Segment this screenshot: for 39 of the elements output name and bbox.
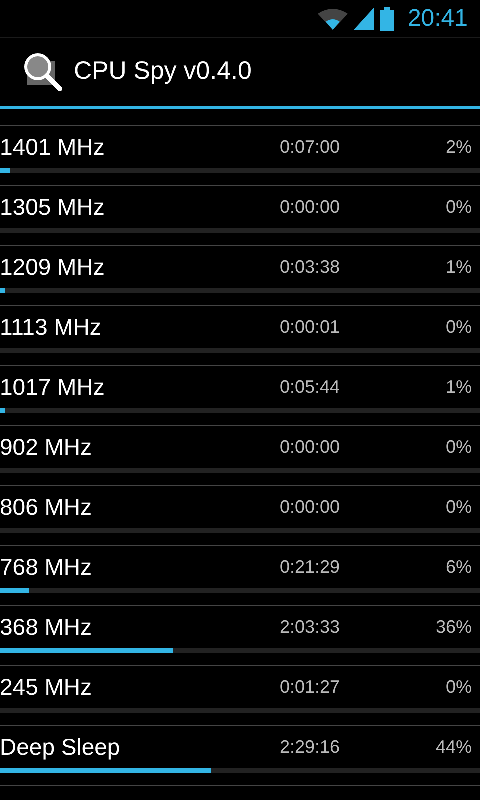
frequency-label: 1401 MHz	[0, 132, 106, 162]
percentage: 6%	[444, 556, 473, 578]
time-in-state: 2:29:16	[280, 736, 342, 758]
percentage: 2%	[444, 136, 473, 158]
time-in-state: 0:00:00	[280, 196, 342, 218]
time-in-state: 0:07:00	[280, 136, 342, 158]
app-title: CPU Spy v0.4.0	[74, 56, 252, 88]
time-in-state: 0:00:00	[280, 496, 342, 518]
percentage: 1%	[444, 376, 473, 398]
time-in-state: 2:03:33	[280, 616, 342, 638]
time-in-state: 0:00:00	[280, 436, 342, 458]
frequency-label: 768 MHz	[0, 552, 94, 582]
chip-magnifier-icon	[22, 51, 64, 93]
battery-icon	[380, 6, 394, 30]
frequency-label: 1209 MHz	[0, 252, 106, 282]
frequency-label: 1017 MHz	[0, 372, 106, 402]
percentage: 0%	[444, 496, 473, 518]
frequency-label: Deep Sleep	[0, 732, 122, 762]
clock-time: 20:41	[408, 4, 468, 34]
percentage: 44%	[434, 736, 473, 758]
signal-icon	[354, 8, 374, 30]
percentage: 0%	[444, 196, 473, 218]
frequency-label: 1305 MHz	[0, 192, 106, 222]
time-in-state: 0:05:44	[280, 376, 342, 398]
percentage: 0%	[444, 436, 473, 458]
percentage: 0%	[444, 676, 473, 698]
frequency-label: 245 MHz	[0, 672, 94, 702]
frequency-label: 902 MHz	[0, 432, 94, 462]
frequency-label: 368 MHz	[0, 612, 94, 642]
frequency-label: 806 MHz	[0, 492, 94, 522]
time-in-state: 0:01:27	[280, 676, 342, 698]
percentage: 1%	[444, 256, 473, 278]
time-in-state: 0:00:01	[280, 316, 342, 338]
frequency-label: 1113 MHz	[0, 312, 102, 342]
time-in-state: 0:03:38	[280, 256, 342, 278]
percentage: 0%	[444, 316, 473, 338]
wifi-icon	[318, 8, 348, 30]
percentage: 36%	[434, 616, 473, 638]
time-in-state: 0:21:29	[280, 556, 342, 578]
